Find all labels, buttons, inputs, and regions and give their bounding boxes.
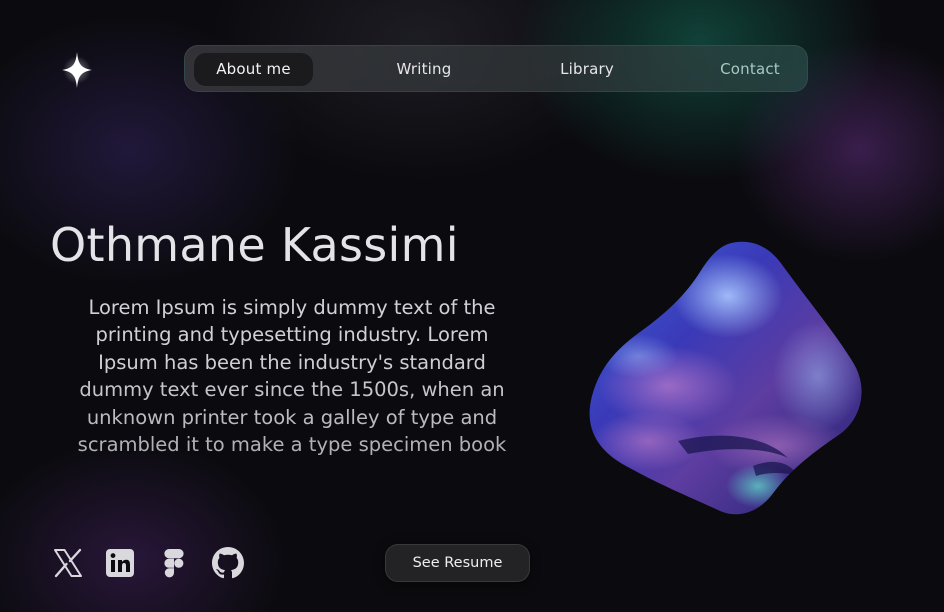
figma-icon[interactable] [158, 547, 190, 579]
page-title: Othmane Kassimi [50, 218, 459, 272]
bio-text: Lorem Ipsum is simply dummy text of the … [77, 296, 507, 457]
main-nav: About me Writing Library Contact [184, 45, 808, 92]
x-icon[interactable] [52, 547, 84, 579]
linkedin-icon[interactable] [104, 547, 136, 579]
page: About me Writing Library Contact Othmane… [0, 0, 944, 612]
abstract-3d-blob-image [589, 241, 862, 515]
sparkle-logo-icon[interactable] [58, 50, 96, 90]
nav-item-writing[interactable]: Writing [383, 53, 465, 86]
nav-item-library[interactable]: Library [547, 53, 627, 86]
see-resume-button[interactable]: See Resume [385, 544, 530, 582]
github-icon[interactable] [212, 547, 244, 579]
nav-item-contact[interactable]: Contact [707, 53, 793, 86]
nav-item-about-me[interactable]: About me [194, 53, 313, 86]
